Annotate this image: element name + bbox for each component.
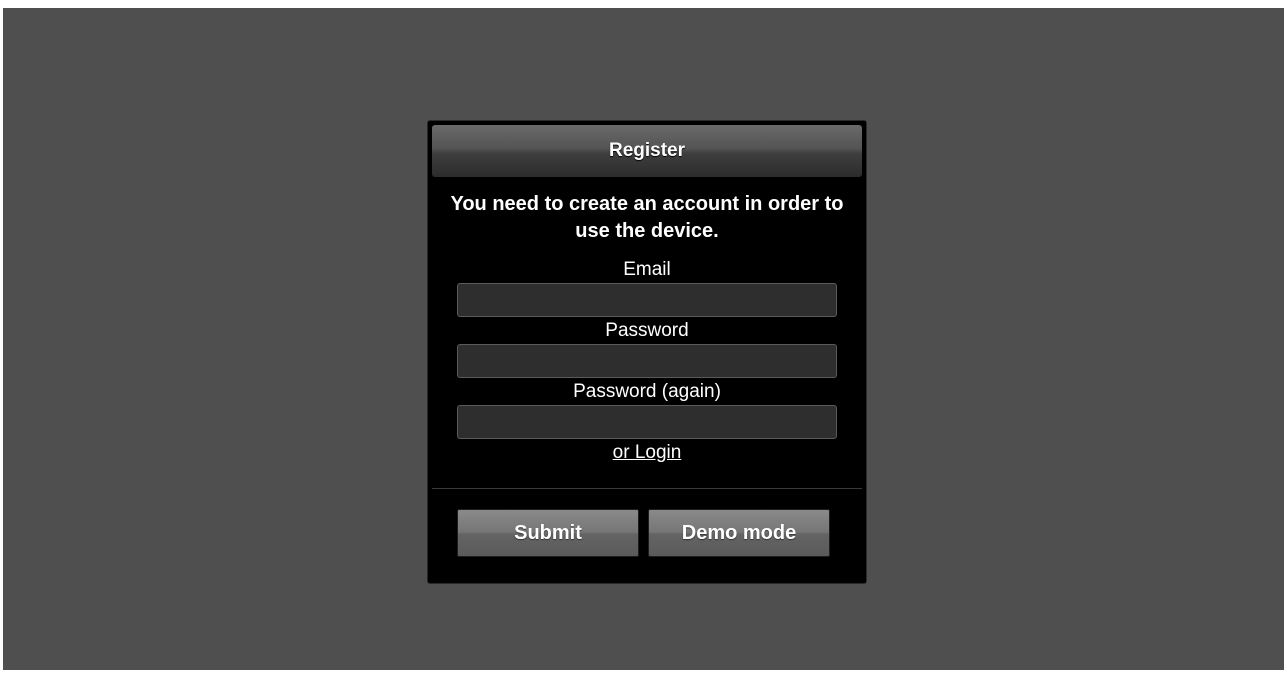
submit-button[interactable]: Submit [457, 509, 639, 557]
password-again-label: Password (again) [573, 381, 721, 402]
login-link-container: or Login [448, 442, 846, 464]
page-background: Register You need to create an account i… [3, 8, 1284, 670]
dialog-header: Register [432, 125, 862, 177]
email-field[interactable] [457, 283, 837, 317]
password-field[interactable] [457, 344, 837, 378]
demo-mode-button[interactable]: Demo mode [648, 509, 830, 557]
password-label: Password [605, 320, 689, 341]
login-link[interactable]: or Login [613, 442, 682, 463]
register-message: You need to create an account in order t… [450, 193, 844, 242]
footer-divider [432, 488, 862, 489]
register-dialog: Register You need to create an account i… [428, 121, 866, 583]
email-label: Email [623, 259, 671, 280]
password-again-field[interactable] [457, 405, 837, 439]
dialog-title: Register [608, 140, 686, 161]
